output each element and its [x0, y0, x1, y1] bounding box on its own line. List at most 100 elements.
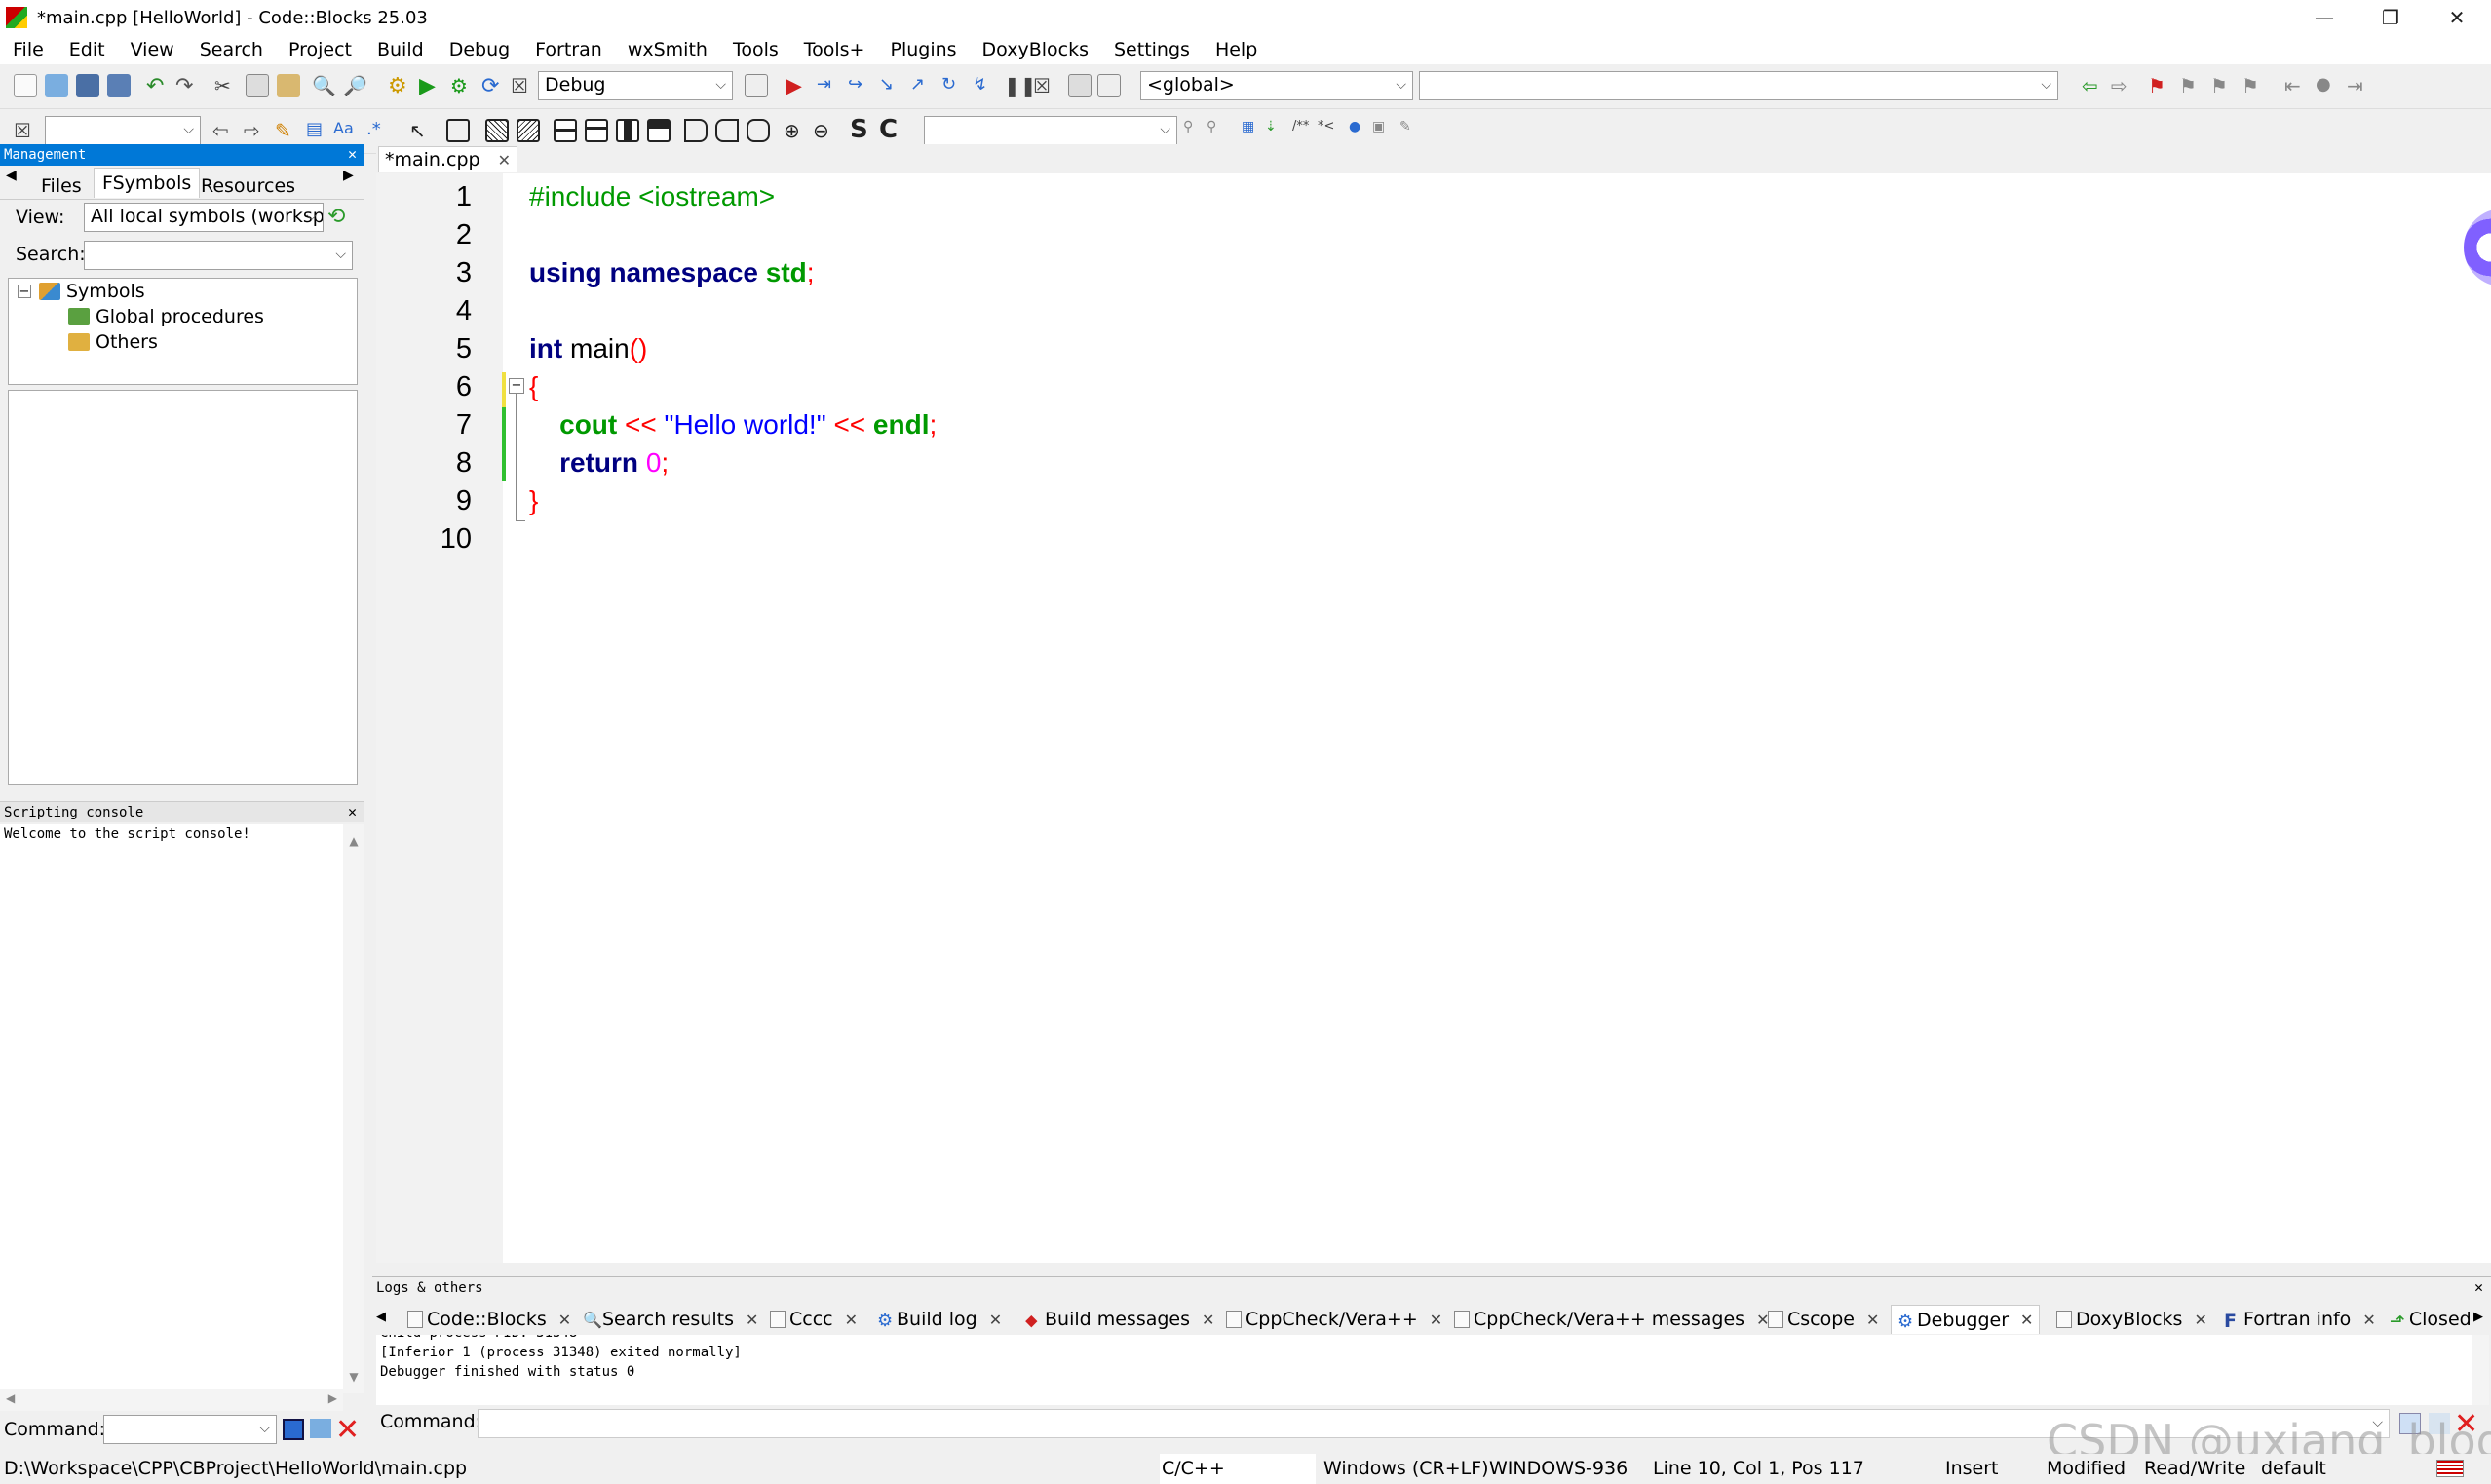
- build-gear-icon[interactable]: ⚙: [388, 74, 411, 98]
- tab-cccc[interactable]: Cccc ✕: [770, 1305, 858, 1334]
- tab-cscope[interactable]: Cscope ✕: [1768, 1305, 1879, 1334]
- save-icon[interactable]: [76, 74, 99, 97]
- step-into-icon[interactable]: ↘: [879, 74, 902, 97]
- save-all-icon[interactable]: [107, 74, 131, 97]
- structogram-s-icon[interactable]: S: [850, 115, 873, 144]
- next-line-icon[interactable]: ↪: [848, 74, 871, 97]
- tab-scroll-left-icon[interactable]: ◀: [6, 168, 17, 183]
- next-bookmark-icon[interactable]: ⚑: [2210, 74, 2234, 97]
- incremental-search-input[interactable]: ⌵: [45, 116, 201, 145]
- close-icon[interactable]: ✕: [2020, 1311, 2033, 1329]
- tab-debugger[interactable]: ⚙ Debugger ✕: [1891, 1305, 2041, 1334]
- tab-cppcheck-vera[interactable]: CppCheck/Vera++ ✕: [1226, 1305, 1442, 1334]
- redo-icon[interactable]: ↷: [175, 74, 199, 98]
- tab-cppcheck-vera-messages[interactable]: CppCheck/Vera++ messages ✕: [1454, 1305, 1769, 1334]
- tab-fsymbols[interactable]: FSymbols: [94, 168, 201, 198]
- debug-info-icon[interactable]: [1097, 74, 1121, 97]
- build-target-select[interactable]: Debug ⌵: [538, 71, 733, 100]
- continue-icon[interactable]: [715, 119, 739, 142]
- highlight-icon[interactable]: ✎: [275, 119, 298, 142]
- collapse-icon[interactable]: −: [18, 285, 31, 299]
- menu-search[interactable]: Search: [187, 39, 276, 60]
- doxy-run-html-icon[interactable]: ●: [1349, 119, 1372, 142]
- break-icon[interactable]: [684, 119, 708, 142]
- tree-node-others[interactable]: Others: [68, 331, 158, 353]
- scroll-left-icon[interactable]: ◀: [6, 1391, 15, 1405]
- doxy-config-icon[interactable]: ▦: [1242, 119, 1265, 142]
- build-and-run-icon[interactable]: ⚙: [450, 74, 474, 97]
- close-icon[interactable]: ✕: [746, 1311, 758, 1329]
- scroll-right-icon[interactable]: ▶: [328, 1391, 337, 1405]
- stop-debugger-icon[interactable]: ☒: [1033, 74, 1056, 97]
- rebuild-icon[interactable]: ⟳: [481, 74, 505, 98]
- menu-tools-plus[interactable]: Tools+: [791, 39, 878, 60]
- zoom-in-icon[interactable]: ⊕: [784, 119, 807, 142]
- close-window-button[interactable]: ✕: [2423, 0, 2491, 35]
- jump-forward-icon[interactable]: ⇨: [2111, 74, 2134, 97]
- tab-build-log[interactable]: ⚙ Build log ✕: [877, 1305, 1002, 1334]
- target-options-icon[interactable]: [745, 74, 768, 97]
- menu-help[interactable]: Help: [1203, 39, 1270, 60]
- undo-icon[interactable]: ↶: [146, 74, 170, 98]
- new-file-icon[interactable]: [14, 74, 37, 97]
- wand-search-icon[interactable]: ⚲: [1207, 119, 1230, 142]
- cut-icon[interactable]: ✂: [214, 74, 238, 97]
- copy-icon[interactable]: [246, 74, 269, 97]
- while-loop-icon[interactable]: [554, 119, 577, 142]
- scroll-up-icon[interactable]: ▲: [343, 834, 364, 848]
- jump-back-icon[interactable]: ⇦: [2082, 74, 2105, 97]
- replace-icon[interactable]: 🔎: [343, 74, 367, 97]
- menu-tools[interactable]: Tools: [720, 39, 791, 60]
- restore-button[interactable]: ❐: [2357, 0, 2425, 35]
- step-into-instruction-icon[interactable]: ↯: [973, 74, 996, 97]
- switch-icon[interactable]: [647, 119, 671, 142]
- menu-build[interactable]: Build: [364, 39, 437, 60]
- regex-icon[interactable]: .*: [366, 119, 390, 142]
- paste-icon[interactable]: [277, 74, 300, 97]
- search-next-icon[interactable]: ⇨: [244, 119, 267, 142]
- execute-script-icon[interactable]: [283, 1419, 304, 1440]
- doxy-run-chm-icon[interactable]: ▣: [1372, 119, 1396, 142]
- clear-bookmarks-icon[interactable]: ⚑: [2242, 74, 2265, 97]
- menu-file[interactable]: File: [0, 39, 57, 60]
- selected-text-only-icon[interactable]: ▤: [306, 119, 329, 142]
- load-script-icon[interactable]: [310, 1419, 331, 1438]
- code-completion-select[interactable]: ⌵: [924, 116, 1177, 145]
- menu-settings[interactable]: Settings: [1101, 39, 1203, 60]
- symbol-search-input[interactable]: ⌵: [84, 241, 353, 270]
- menu-fortran[interactable]: Fortran: [522, 39, 615, 60]
- run-icon[interactable]: ▶: [419, 74, 442, 98]
- console-scrollbar[interactable]: ▲ ▼: [343, 824, 364, 1393]
- tab-resources[interactable]: Resources: [193, 173, 303, 199]
- tab-main-cpp[interactable]: *main.cpp ✕: [378, 146, 518, 172]
- close-icon[interactable]: ✕: [348, 145, 357, 163]
- tree-node-symbols[interactable]: − Symbols: [18, 281, 145, 302]
- tab-scroll-left-icon[interactable]: ◀: [376, 1310, 386, 1324]
- close-icon[interactable]: ✕: [1866, 1311, 1879, 1329]
- next-instruction-icon[interactable]: ↻: [941, 74, 965, 97]
- tab-codeblocks[interactable]: Code::Blocks ✕: [407, 1305, 571, 1334]
- do-while-icon[interactable]: [585, 119, 608, 142]
- clear-console-icon[interactable]: ✕: [335, 1413, 360, 1447]
- tab-search-results[interactable]: 🔍 Search results ✕: [583, 1305, 758, 1334]
- debug-start-icon[interactable]: ▶: [786, 74, 809, 98]
- block-icon[interactable]: [446, 119, 470, 142]
- refresh-icon[interactable]: ⟲: [327, 205, 353, 230]
- structogram-c-icon[interactable]: C: [879, 115, 902, 144]
- menu-view[interactable]: View: [118, 39, 187, 60]
- close-icon[interactable]: ✕: [845, 1311, 858, 1329]
- for-loop-icon[interactable]: [616, 119, 639, 142]
- minimize-button[interactable]: —: [2290, 0, 2358, 35]
- fold-marker-icon[interactable]: −: [509, 378, 524, 394]
- tab-build-messages[interactable]: ⬥ Build messages ✕: [1025, 1305, 1214, 1334]
- menu-wxsmith[interactable]: wxSmith: [615, 39, 720, 60]
- next-change-icon[interactable]: ⇥: [2347, 74, 2370, 97]
- scope-select[interactable]: <global> ⌵: [1140, 71, 1413, 100]
- tab-fortran-info[interactable]: F Fortran info ✕: [2224, 1305, 2376, 1334]
- tab-closed[interactable]: ⬏ Closed: [2390, 1305, 2470, 1334]
- debug-windows-icon[interactable]: [1068, 74, 1092, 97]
- pause-icon[interactable]: ❚❚: [1004, 74, 1037, 97]
- doxy-extract-icon[interactable]: ⇣: [1265, 119, 1288, 142]
- close-icon[interactable]: ✕: [2194, 1311, 2206, 1329]
- decision-icon[interactable]: [485, 119, 509, 142]
